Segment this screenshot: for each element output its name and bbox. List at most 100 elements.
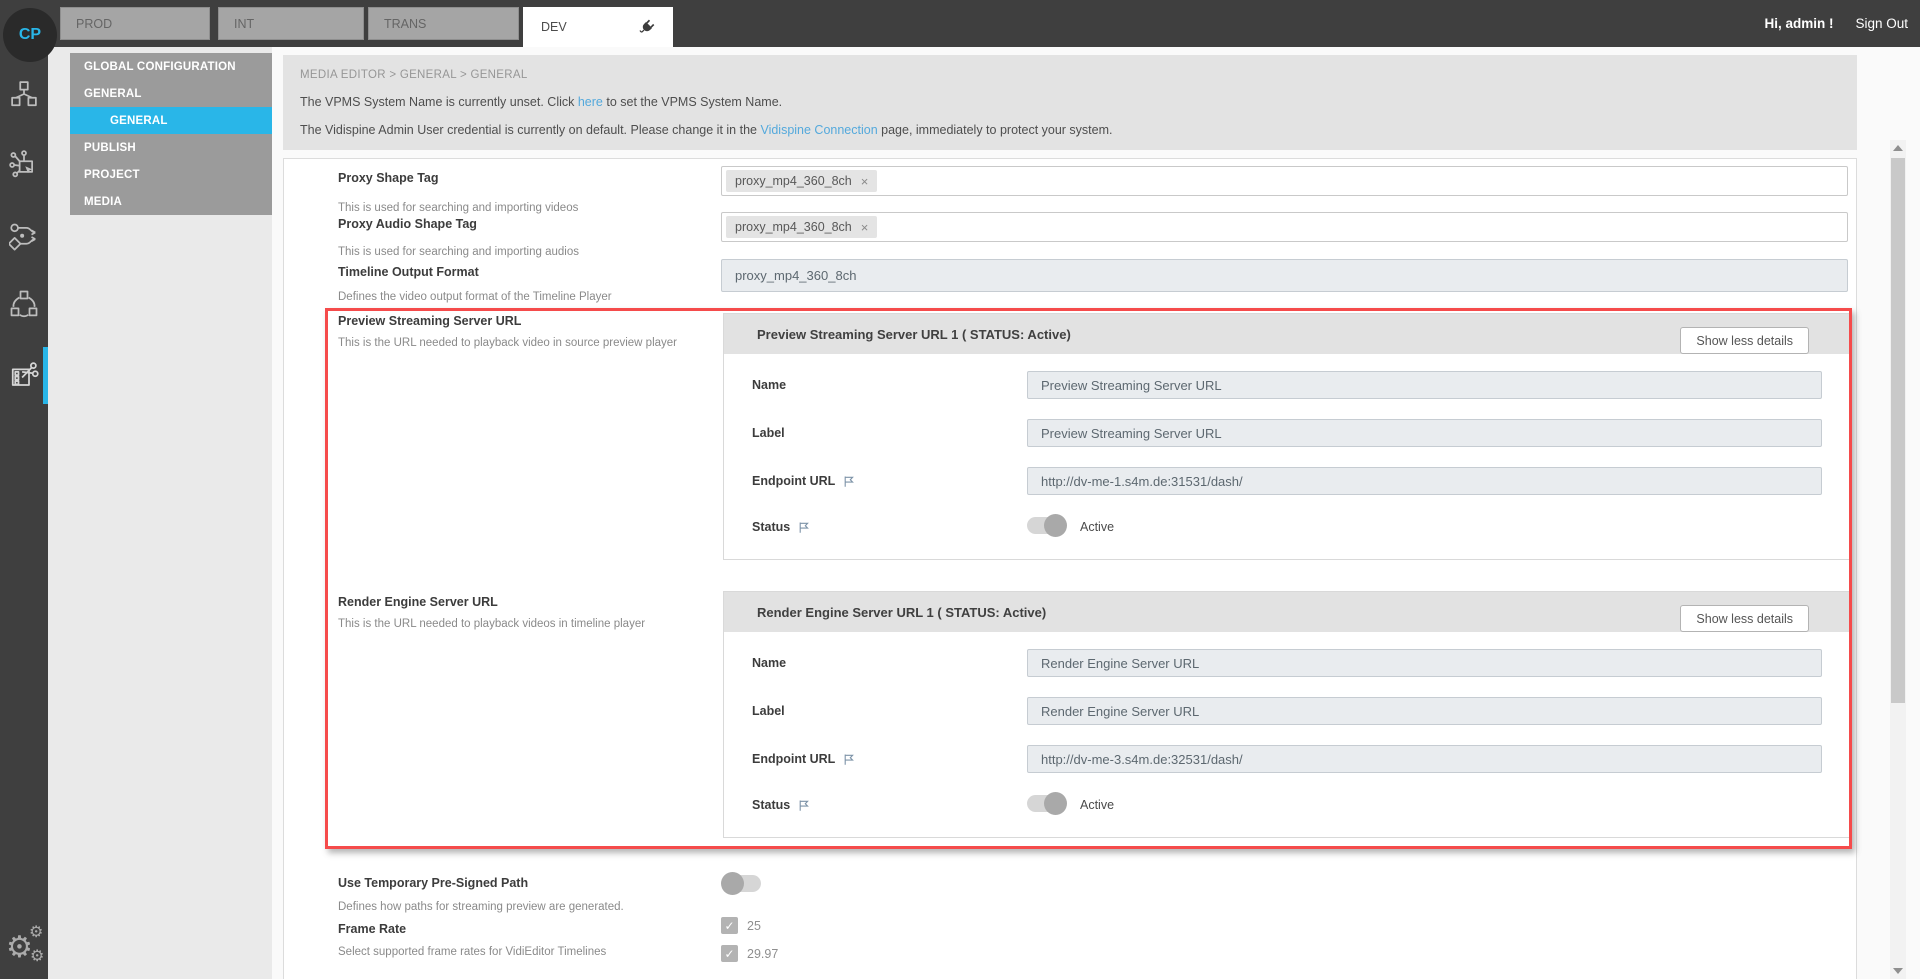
tab-int-label: INT xyxy=(234,17,254,31)
warning-text: The Vidispine Admin User credential is c… xyxy=(300,123,760,137)
toggle-knob xyxy=(1044,514,1067,537)
sign-out-link[interactable]: Sign Out xyxy=(1855,16,1908,31)
remove-tag-icon[interactable] xyxy=(861,175,869,188)
frame-rate-2997-label: 29.97 xyxy=(747,947,778,961)
preview-streaming-panel: Preview Streaming Server URL 1 ( STATUS:… xyxy=(723,313,1850,560)
asset-hierarchy-icon[interactable] xyxy=(9,79,39,109)
proxy-shape-tag-desc: This is used for searching and importing… xyxy=(338,202,578,214)
tab-trans-label: TRANS xyxy=(384,17,426,31)
label-label: Label xyxy=(752,426,785,440)
connections-touch-icon[interactable] xyxy=(9,150,39,180)
endpoint-url-label-text: Endpoint URL xyxy=(752,752,835,766)
lifecycle-cubes-icon[interactable] xyxy=(9,289,39,319)
timeline-output-format-label: Timeline Output Format xyxy=(338,265,479,279)
timeline-output-format-desc: Defines the video output format of the T… xyxy=(338,291,612,303)
label-label: Label xyxy=(752,704,785,718)
vidispine-connection-link[interactable]: Vidispine Connection xyxy=(760,123,877,137)
status-label: Status xyxy=(752,798,810,812)
nav-item-general-general-selected[interactable]: GENERAL xyxy=(70,107,277,134)
proxy-audio-shape-tag-label: Proxy Audio Shape Tag xyxy=(338,217,477,231)
toggle-knob xyxy=(1044,792,1067,815)
flag-icon xyxy=(842,753,855,766)
scrollbar-thumb[interactable] xyxy=(1891,158,1905,703)
frame-rate-25-checkbox[interactable] xyxy=(721,917,738,934)
proxy-shape-tag-field[interactable]: proxy_mp4_360_8ch xyxy=(721,166,1848,196)
status-toggle[interactable] xyxy=(1027,795,1065,812)
endpoint-url-input[interactable]: http://dv-me-3.s4m.de:32531/dash/ xyxy=(1027,745,1822,773)
tab-trans[interactable]: TRANS xyxy=(368,7,519,40)
label-input[interactable]: Preview Streaming Server URL xyxy=(1027,419,1822,447)
remove-tag-icon[interactable] xyxy=(861,221,869,234)
top-bar: PROD INT TRANS DEV Hi, admin ! Sign Out xyxy=(0,0,1920,47)
config-nav-panel: GLOBAL CONFIGURATION GENERAL GENERAL PUB… xyxy=(48,47,272,979)
tag-chip-text: proxy_mp4_360_8ch xyxy=(735,174,852,188)
label-input[interactable]: Render Engine Server URL xyxy=(1027,697,1822,725)
status-label-text: Status xyxy=(752,798,790,812)
plug-icon xyxy=(638,19,655,36)
render-engine-section-desc: This is the URL needed to playback video… xyxy=(338,618,645,630)
tab-prod-label: PROD xyxy=(76,17,112,31)
toggle-knob xyxy=(721,872,744,895)
endpoint-url-input[interactable]: http://dv-me-1.s4m.de:31531/dash/ xyxy=(1027,467,1822,495)
nav-item-media[interactable]: MEDIA xyxy=(70,188,272,215)
vpms-name-warning: The VPMS System Name is currently unset.… xyxy=(300,95,782,109)
show-less-details-button[interactable]: Show less details xyxy=(1680,327,1809,354)
nav-item-global-configuration[interactable]: GLOBAL CONFIGURATION xyxy=(70,53,272,80)
warning-text: page, immediately to protect your system… xyxy=(878,123,1113,137)
workflow-icon[interactable] xyxy=(9,221,39,251)
proxy-audio-shape-tag-desc: This is used for searching and importing… xyxy=(338,246,579,258)
main-content: MEDIA EDITOR > GENERAL > GENERAL The VPM… xyxy=(272,47,1920,979)
proxy-audio-shape-tag-field[interactable]: proxy_mp4_360_8ch xyxy=(721,212,1848,242)
proxy-shape-tag-label: Proxy Shape Tag xyxy=(338,171,439,185)
notice-box: MEDIA EDITOR > GENERAL > GENERAL The VPM… xyxy=(283,55,1857,150)
nav-item-publish[interactable]: PUBLISH xyxy=(70,134,272,161)
status-label: Status xyxy=(752,520,810,534)
endpoint-url-label-text: Endpoint URL xyxy=(752,474,835,488)
name-label: Name xyxy=(752,378,786,392)
tab-dev[interactable]: DEV xyxy=(523,7,673,47)
warning-text: to set the VPMS System Name. xyxy=(603,95,782,109)
nav-item-general[interactable]: GENERAL xyxy=(70,80,272,107)
name-input[interactable]: Preview Streaming Server URL xyxy=(1027,371,1822,399)
status-value: Active xyxy=(1080,520,1114,534)
preview-streaming-section-desc: This is the URL needed to playback video… xyxy=(338,337,677,349)
render-engine-panel: Render Engine Server URL 1 ( STATUS: Act… xyxy=(723,591,1850,838)
tab-int[interactable]: INT xyxy=(218,7,364,40)
tag-chip: proxy_mp4_360_8ch xyxy=(726,216,877,238)
vertical-scrollbar[interactable] xyxy=(1890,140,1906,979)
tag-chip-text: proxy_mp4_360_8ch xyxy=(735,220,852,234)
status-toggle[interactable] xyxy=(1027,517,1065,534)
warning-text: The VPMS System Name is currently unset.… xyxy=(300,95,578,109)
presigned-path-label: Use Temporary Pre-Signed Path xyxy=(338,876,528,890)
settings-gears-icon[interactable]: ⚙ ⚙ ⚙ xyxy=(6,925,44,965)
frame-rate-desc: Select supported frame rates for VidiEdi… xyxy=(338,946,606,958)
cp-logo[interactable]: CP xyxy=(3,8,57,62)
media-editor-icon[interactable] xyxy=(9,360,39,390)
frame-rate-25-label: 25 xyxy=(747,919,761,933)
presigned-path-desc: Defines how paths for streaming preview … xyxy=(338,901,624,913)
flag-icon xyxy=(797,521,810,534)
tab-prod[interactable]: PROD xyxy=(60,7,210,40)
frame-rate-2997-checkbox[interactable] xyxy=(721,945,738,962)
timeline-output-format-input[interactable]: proxy_mp4_360_8ch xyxy=(721,259,1848,292)
scrollbar-up-arrow-icon[interactable] xyxy=(1893,145,1903,151)
status-label-text: Status xyxy=(752,520,790,534)
nav-item-project[interactable]: PROJECT xyxy=(70,161,272,188)
config-nav-menu: GLOBAL CONFIGURATION GENERAL GENERAL PUB… xyxy=(70,53,272,215)
preview-streaming-section-label: Preview Streaming Server URL xyxy=(338,314,521,328)
icon-sidebar xyxy=(0,0,48,979)
tab-dev-label: DEV xyxy=(541,20,567,34)
show-less-details-button[interactable]: Show less details xyxy=(1680,605,1809,632)
endpoint-url-label: Endpoint URL xyxy=(752,474,855,488)
tag-chip: proxy_mp4_360_8ch xyxy=(726,170,877,192)
name-input[interactable]: Render Engine Server URL xyxy=(1027,649,1822,677)
status-value: Active xyxy=(1080,798,1114,812)
scrollbar-down-arrow-icon[interactable] xyxy=(1893,968,1903,974)
frame-rate-label: Frame Rate xyxy=(338,922,406,936)
flag-icon xyxy=(842,475,855,488)
presigned-path-toggle[interactable] xyxy=(723,875,761,892)
render-engine-section-label: Render Engine Server URL xyxy=(338,595,498,609)
set-system-name-link[interactable]: here xyxy=(578,95,603,109)
vidispine-credential-warning: The Vidispine Admin User credential is c… xyxy=(300,123,1113,137)
user-greeting: Hi, admin ! xyxy=(1764,16,1833,31)
